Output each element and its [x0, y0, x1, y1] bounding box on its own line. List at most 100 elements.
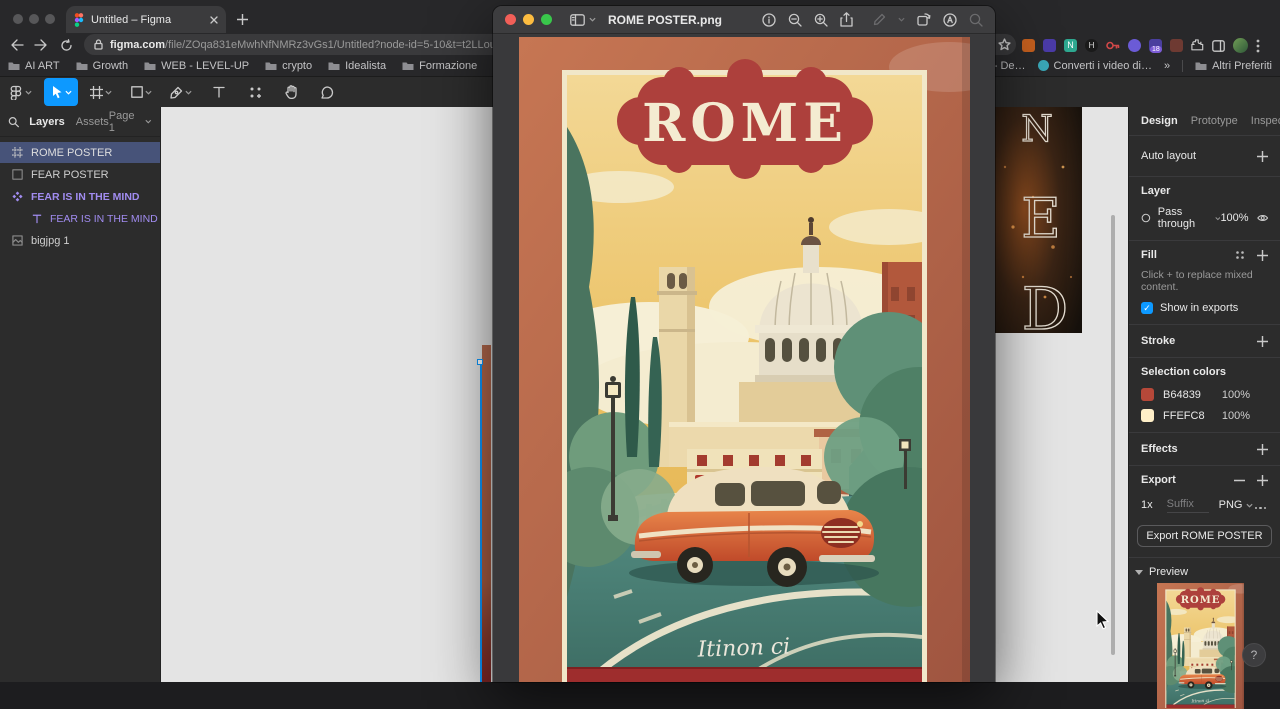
info-icon[interactable] — [762, 12, 776, 27]
zoom-in-icon[interactable] — [814, 13, 828, 27]
bookmark-item[interactable]: WEB - LEVEL-UP — [144, 60, 249, 72]
browser-close-button[interactable] — [13, 14, 23, 24]
folder-icon — [76, 62, 88, 70]
show-in-exports-checkbox[interactable]: ✓ — [1141, 302, 1153, 314]
bookmark-star-icon[interactable] — [998, 38, 1011, 51]
color-opacity[interactable]: 100% — [1222, 410, 1250, 422]
extension-icon-h[interactable]: H — [1085, 39, 1098, 52]
rome-poster-frame-edge[interactable] — [482, 345, 491, 682]
layer-opacity[interactable]: 100% — [1220, 212, 1248, 224]
export-format-select[interactable]: PNG — [1219, 499, 1254, 511]
comment-tool[interactable] — [312, 78, 342, 106]
export-options-icon[interactable] — [1254, 496, 1269, 514]
color-swatch[interactable] — [1141, 388, 1154, 401]
extensions-puzzle-icon[interactable] — [1191, 39, 1204, 52]
browser-zoom-button[interactable] — [45, 14, 55, 24]
bookmark-item-altri[interactable]: Altri Preferiti — [1195, 60, 1272, 72]
bookmark-item[interactable]: Idealista — [328, 60, 386, 72]
sidebar-toggle-icon[interactable] — [570, 13, 585, 26]
layer-row-fear-poster[interactable]: FEAR POSTER — [0, 164, 160, 185]
color-swatch[interactable] — [1141, 409, 1154, 422]
selection-color-row[interactable]: B64839 100% — [1141, 388, 1268, 401]
tab-assets[interactable]: Assets — [76, 116, 109, 128]
bookmark-item-converti[interactable]: Converti i video di… — [1037, 60, 1152, 72]
window-zoom-button[interactable] — [541, 14, 552, 25]
extension-icon-orange[interactable] — [1022, 39, 1035, 52]
layer-row-bigjpg[interactable]: bigjpg 1 — [0, 230, 160, 251]
export-suffix-field[interactable]: Suffix — [1166, 498, 1209, 513]
preview-section-header[interactable]: Preview — [1135, 566, 1274, 578]
blend-mode-icon[interactable] — [1141, 212, 1151, 224]
forward-icon[interactable] — [34, 39, 48, 51]
color-hex[interactable]: B64839 — [1163, 389, 1201, 401]
mixed-fill-icon[interactable] — [1235, 250, 1245, 260]
tab-close-icon[interactable] — [210, 15, 218, 24]
help-button[interactable]: ? — [1242, 643, 1266, 667]
extension-icon-badge[interactable]: 18 — [1149, 39, 1162, 53]
tab-design[interactable]: Design — [1141, 115, 1178, 127]
page-selector[interactable]: Page 1 — [109, 110, 152, 134]
bookmark-item[interactable]: Formazione — [402, 60, 477, 72]
frame-tool[interactable] — [84, 78, 118, 106]
hand-tool[interactable] — [276, 78, 306, 106]
extension-icon-key[interactable] — [1106, 39, 1120, 52]
color-opacity[interactable]: 100% — [1222, 389, 1250, 401]
layer-row-fear-component[interactable]: FEAR IS IN THE MIND — [0, 186, 160, 207]
bookmarks-overflow-chevron[interactable]: » — [1164, 60, 1170, 72]
fear-poster-frame[interactable]: N E D — [993, 107, 1082, 333]
main-menu-button[interactable] — [6, 78, 36, 106]
tab-inspect[interactable]: Inspect — [1251, 115, 1280, 127]
reload-icon[interactable] — [60, 39, 73, 52]
shape-tool[interactable] — [124, 78, 158, 106]
add-fill-icon[interactable] — [1257, 249, 1268, 261]
markup-pen-icon[interactable] — [873, 13, 886, 26]
color-hex[interactable]: FFEFC8 — [1163, 410, 1205, 422]
sidepanel-icon[interactable] — [1212, 39, 1225, 52]
share-icon[interactable] — [840, 12, 853, 27]
browser-minimize-button[interactable] — [29, 14, 39, 24]
add-effect-icon[interactable] — [1257, 443, 1268, 455]
export-scale[interactable]: 1x — [1141, 499, 1153, 511]
profile-avatar[interactable] — [1233, 38, 1248, 53]
search-icon[interactable] — [8, 116, 19, 128]
preview-window[interactable]: ROME POSTER.png — [493, 6, 995, 682]
new-tab-icon[interactable] — [237, 14, 248, 25]
search-icon[interactable] — [969, 13, 983, 27]
layer-row-rome-poster[interactable]: ROME POSTER — [0, 142, 160, 163]
blend-mode-value[interactable]: Pass through — [1158, 206, 1211, 230]
preview-titlebar[interactable]: ROME POSTER.png — [493, 6, 995, 34]
browser-menu-icon[interactable] — [1256, 39, 1260, 53]
bookmark-item[interactable]: Growth — [76, 60, 128, 72]
tab-layers[interactable]: Layers — [29, 116, 64, 128]
add-stroke-icon[interactable] — [1257, 335, 1268, 347]
bookmark-item-partial[interactable]: - De… — [994, 60, 1026, 72]
window-minimize-button[interactable] — [523, 14, 534, 25]
visibility-eye-icon[interactable] — [1256, 213, 1268, 223]
resources-tool[interactable] — [240, 78, 270, 106]
rotate-icon[interactable] — [917, 13, 931, 26]
layer-row-fear-text[interactable]: FEAR IS IN THE MIND — [0, 208, 160, 229]
export-button[interactable]: Export ROME POSTER — [1137, 525, 1272, 547]
add-auto-layout-icon[interactable] — [1257, 150, 1268, 162]
tab-prototype[interactable]: Prototype — [1191, 115, 1238, 127]
add-export-icon[interactable] — [1257, 474, 1268, 486]
extension-icon-maroon[interactable] — [1170, 39, 1183, 52]
window-close-button[interactable] — [505, 14, 516, 25]
markup-chevron-icon[interactable] — [898, 17, 905, 22]
zoom-out-icon[interactable] — [788, 13, 802, 27]
selection-color-row[interactable]: FFEFC8 100% — [1141, 409, 1268, 422]
annotate-icon[interactable] — [943, 12, 957, 27]
selection-handle[interactable] — [477, 359, 483, 365]
extension-icon-purple[interactable] — [1043, 39, 1056, 52]
remove-export-icon[interactable] — [1234, 475, 1245, 486]
back-icon[interactable] — [10, 39, 24, 51]
extension-icon-notion[interactable]: N — [1064, 39, 1077, 52]
browser-tab[interactable]: Untitled – Figma — [66, 6, 226, 33]
extension-icon-lavender[interactable] — [1128, 39, 1141, 52]
canvas-scrollbar[interactable] — [1111, 215, 1115, 655]
pen-tool[interactable] — [164, 78, 198, 106]
bookmark-item[interactable]: crypto — [265, 60, 312, 72]
move-tool[interactable] — [44, 78, 78, 106]
bookmark-item[interactable]: AI ART — [8, 60, 60, 72]
text-tool[interactable] — [204, 78, 234, 106]
